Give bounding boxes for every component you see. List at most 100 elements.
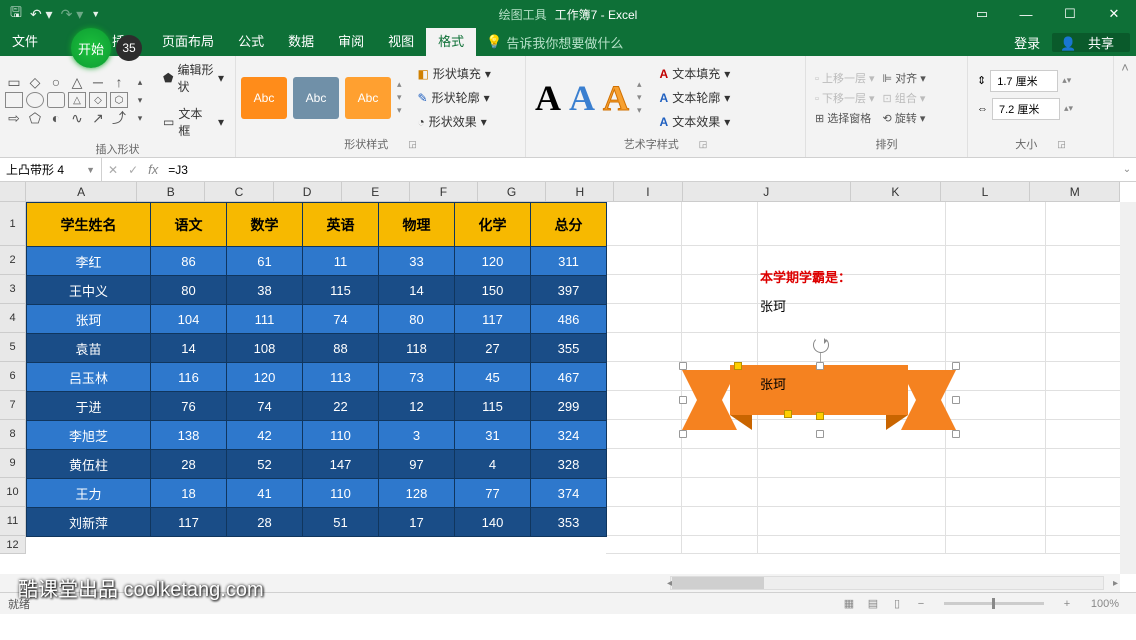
col-header[interactable]: H	[546, 182, 614, 201]
resize-handle[interactable]	[816, 430, 824, 438]
zoom-level[interactable]: 100%	[1082, 598, 1128, 610]
col-header[interactable]: J	[683, 182, 851, 201]
wordart-style-3[interactable]: A	[603, 77, 629, 119]
align-button[interactable]: ⊫ 对齐 ▾	[883, 70, 926, 86]
row-header[interactable]: 6	[0, 362, 25, 391]
text-fill-button[interactable]: A文本填充 ▾	[654, 63, 737, 84]
col-header[interactable]: E	[342, 182, 410, 201]
tab-file[interactable]: 文件	[0, 28, 50, 56]
tab-formula[interactable]: 公式	[226, 28, 276, 56]
wordart-style-2[interactable]: A	[569, 77, 595, 119]
rotation-handle[interactable]	[813, 337, 829, 353]
tab-review[interactable]: 审阅	[326, 28, 376, 56]
dialog-launcher-icon[interactable]: ◲	[408, 139, 417, 150]
maximize-icon[interactable]: ☐	[1048, 0, 1092, 28]
resize-handle[interactable]	[952, 396, 960, 404]
page-layout-icon[interactable]: ▤	[864, 597, 882, 610]
resize-handle[interactable]	[679, 430, 687, 438]
row-header[interactable]: 12	[0, 536, 25, 554]
cancel-icon[interactable]: ✕	[108, 163, 118, 177]
minimize-icon[interactable]: —	[1004, 0, 1048, 28]
wordart-style-1[interactable]: A	[535, 77, 561, 119]
row-header[interactable]: 4	[0, 304, 25, 333]
resize-handle[interactable]	[952, 430, 960, 438]
tab-layout[interactable]: 页面布局	[150, 28, 226, 56]
col-header[interactable]: A	[26, 182, 137, 201]
col-header[interactable]: C	[205, 182, 273, 201]
qa-more-icon[interactable]: ▼	[91, 9, 100, 19]
save-icon[interactable]: 🖫	[10, 2, 22, 26]
shape-style-1[interactable]: Abc	[241, 77, 287, 119]
row-header[interactable]: 9	[0, 449, 25, 478]
shape-width-input[interactable]: 7.2 厘米	[992, 98, 1060, 120]
rotate-button[interactable]: ⟲ 旋转 ▾	[883, 110, 926, 126]
row-header[interactable]: 8	[0, 420, 25, 449]
shape-style-3[interactable]: Abc	[345, 77, 391, 119]
shape-style-2[interactable]: Abc	[293, 77, 339, 119]
resize-handle[interactable]	[816, 362, 824, 370]
tell-me[interactable]: 💡告诉我你想要做什么	[486, 33, 623, 52]
shape-outline-button[interactable]: ✎形状轮廓 ▾	[412, 87, 497, 108]
edit-shape-button[interactable]: ⬟编辑形状 ▾	[157, 59, 230, 97]
undo-icon[interactable]: ↶ ▾	[30, 6, 53, 23]
row-header[interactable]: 2	[0, 246, 25, 275]
column-headers[interactable]: ABCDEFGHIJKLM	[26, 182, 1120, 202]
col-header[interactable]: L	[941, 182, 1031, 201]
vertical-scrollbar[interactable]	[1120, 202, 1136, 574]
row-header[interactable]: 1	[0, 202, 25, 246]
normal-view-icon[interactable]: ▦	[840, 597, 858, 610]
data-table[interactable]: 学生姓名语文数学英语物理化学总分李红86611133120311王中义80381…	[26, 202, 607, 537]
zoom-slider[interactable]	[944, 602, 1044, 605]
tab-data[interactable]: 数据	[276, 28, 326, 56]
col-header[interactable]: I	[614, 182, 682, 201]
shape-effects-button[interactable]: ◔形状效果 ▾	[412, 111, 497, 132]
fx-icon[interactable]: fx	[148, 162, 158, 177]
ribbon-options-icon[interactable]: ▭	[960, 0, 1004, 28]
dialog-launcher-icon[interactable]: ◲	[699, 139, 708, 150]
tab-format[interactable]: 格式	[426, 28, 476, 56]
page-break-icon[interactable]: ▯	[888, 597, 906, 610]
col-header[interactable]: M	[1030, 182, 1120, 201]
row-headers[interactable]: 123456789101112	[0, 202, 26, 554]
wordart-gallery[interactable]: A A A ▴▾▾	[531, 77, 646, 119]
shape-style-gallery[interactable]: Abc Abc Abc ▴▾▾	[241, 77, 402, 119]
resize-handle[interactable]	[679, 396, 687, 404]
close-icon[interactable]: ✕	[1092, 0, 1136, 28]
adjust-handle[interactable]	[816, 412, 824, 420]
shape-height-input[interactable]: 1.7 厘米	[990, 70, 1058, 92]
row-header[interactable]: 3	[0, 275, 25, 304]
col-header[interactable]: G	[478, 182, 546, 201]
row-header[interactable]: 7	[0, 391, 25, 420]
worksheet[interactable]: ABCDEFGHIJKLM 123456789101112 学生姓名语文数学英语…	[0, 182, 1136, 592]
zoom-in-icon[interactable]: +	[1058, 598, 1076, 610]
tab-view[interactable]: 视图	[376, 28, 426, 56]
col-header[interactable]: B	[137, 182, 205, 201]
resize-handle[interactable]	[952, 362, 960, 370]
text-outline-button[interactable]: A文本轮廓 ▾	[654, 87, 737, 108]
zoom-out-icon[interactable]: −	[912, 598, 930, 610]
shapes-gallery[interactable]: ▭◇○△─↑▴ △◇⬡▾ ⇨⬠◐∿↗⤴▾	[5, 74, 149, 126]
col-header[interactable]: K	[851, 182, 941, 201]
redo-icon[interactable]: ↷ ▾	[61, 6, 84, 23]
share-button[interactable]: 👤 共享	[1052, 33, 1130, 52]
text-effects-button[interactable]: A文本效果 ▾	[654, 111, 737, 132]
login-link[interactable]: 登录	[1006, 33, 1048, 52]
row-header[interactable]: 5	[0, 333, 25, 362]
adjust-handle[interactable]	[784, 410, 792, 418]
collapse-ribbon-icon[interactable]: ˄	[1114, 56, 1136, 157]
dialog-launcher-icon[interactable]: ◲	[1057, 139, 1066, 150]
resize-handle[interactable]	[679, 362, 687, 370]
row-header[interactable]: 11	[0, 507, 25, 536]
row-header[interactable]: 10	[0, 478, 25, 507]
name-box[interactable]: 上凸带形 4▼	[0, 158, 102, 182]
expand-formula-icon[interactable]: ⌄	[1118, 164, 1136, 175]
select-all-corner[interactable]	[0, 182, 26, 202]
col-header[interactable]: F	[410, 182, 478, 201]
adjust-handle[interactable]	[734, 362, 742, 370]
text-box-button[interactable]: ▭文本框 ▾	[157, 103, 230, 141]
col-header[interactable]: D	[274, 182, 342, 201]
enter-icon[interactable]: ✓	[128, 163, 138, 177]
shape-fill-button[interactable]: ◧形状填充 ▾	[412, 63, 497, 84]
selection-pane-button[interactable]: ⊞ 选择窗格	[815, 110, 875, 126]
formula-input[interactable]: =J3	[168, 163, 188, 177]
